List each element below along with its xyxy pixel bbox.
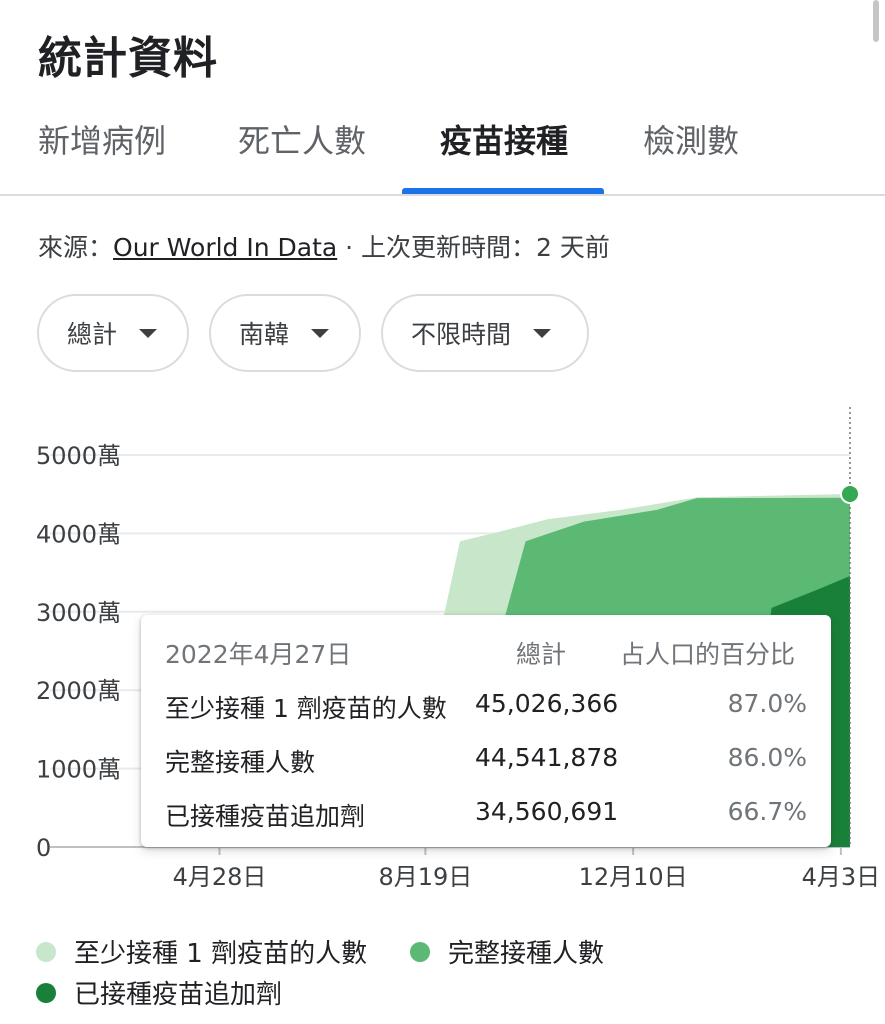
legend-item-first-dose[interactable]: 至少接種 1 劑疫苗的人數	[36, 933, 367, 970]
legend-label: 完整接種人數	[448, 939, 605, 969]
dropdown-arrow-icon	[311, 328, 330, 338]
y-tick-label: 4000萬	[36, 520, 121, 548]
tab-bar: 新增病例 死亡人數 疫苗接種 檢測數	[0, 100, 885, 196]
tooltip-row-value: 44,541,878	[475, 743, 619, 772]
tab-new-cases[interactable]: 新增病例	[38, 116, 166, 162]
legend-swatch	[410, 941, 430, 962]
x-tick-label: 12月10日	[579, 863, 688, 891]
source-line: 來源：Our World In Data · 上次更新時間：2 天前	[38, 228, 610, 264]
tooltip-row-value: 34,560,691	[475, 797, 619, 826]
tooltip-row-value: 45,026,366	[475, 689, 619, 718]
filter-region-dropdown[interactable]: 南韓	[209, 294, 361, 372]
tooltip-total-header: 總計	[516, 640, 567, 669]
y-tick-label: 0	[36, 834, 51, 862]
tab-deaths[interactable]: 死亡人數	[238, 116, 366, 162]
source-link[interactable]: Our World In Data	[113, 233, 337, 262]
tooltip-row-name: 至少接種 1 劑疫苗的人數	[165, 694, 447, 723]
filter-region-label: 南韓	[239, 320, 290, 349]
tooltip-row-percent: 86.0%	[727, 743, 807, 772]
source-prefix: 來源：	[38, 233, 114, 262]
page-title: 統計資料	[38, 33, 218, 84]
y-tick-label: 2000萬	[36, 677, 121, 705]
scrollbar-thumb[interactable]	[873, 0, 879, 42]
legend-label: 至少接種 1 劑疫苗的人數	[74, 939, 368, 969]
y-tick-label: 5000萬	[36, 442, 121, 470]
filter-time-dropdown[interactable]: 不限時間	[381, 294, 589, 372]
legend-item-booster[interactable]: 已接種疫苗追加劑	[36, 974, 282, 1011]
x-tick-label: 8月19日	[378, 863, 472, 891]
legend-swatch	[36, 982, 56, 1003]
tab-tests[interactable]: 檢測數	[643, 116, 739, 162]
x-tick-label: 4月28日	[173, 863, 267, 891]
legend-swatch	[36, 941, 56, 962]
filter-metric-dropdown[interactable]: 總計	[37, 294, 189, 372]
tooltip-row-name: 完整接種人數	[165, 748, 316, 777]
hover-point	[840, 483, 860, 504]
filter-time-label: 不限時間	[411, 320, 512, 349]
chart-tooltip: 2022年4月27日 總計 占人口的百分比 至少接種 1 劑疫苗的人數 45,0…	[141, 615, 831, 847]
tab-vaccinations[interactable]: 疫苗接種	[440, 116, 568, 162]
tooltip-row-percent: 66.7%	[727, 797, 807, 826]
tooltip-percent-header: 占人口的百分比	[620, 640, 796, 669]
y-tick-label: 3000萬	[36, 599, 121, 627]
x-tick-label: 4月3日	[802, 863, 881, 891]
legend-label: 已接種疫苗追加劑	[74, 980, 283, 1010]
tooltip-row-percent: 87.0%	[727, 689, 807, 718]
last-updated: · 上次更新時間：2 天前	[337, 233, 610, 262]
filter-metric-label: 總計	[67, 320, 118, 349]
y-tick-label: 1000萬	[36, 756, 121, 784]
tooltip-date: 2022年4月27日	[165, 640, 352, 669]
dropdown-arrow-icon	[533, 328, 552, 338]
active-tab-indicator	[402, 188, 604, 194]
tooltip-row-name: 已接種疫苗追加劑	[165, 802, 366, 831]
dropdown-arrow-icon	[139, 328, 158, 338]
legend-item-fully-vaccinated[interactable]: 完整接種人數	[410, 933, 604, 970]
